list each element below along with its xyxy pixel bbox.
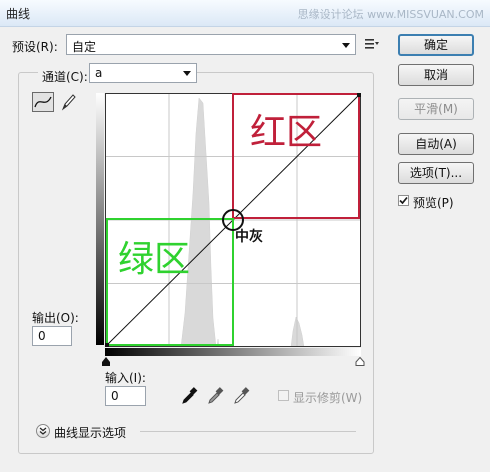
channel-dropdown[interactable]: a — [89, 63, 197, 83]
curve-endpoint[interactable] — [105, 343, 109, 347]
cancel-button[interactable]: 取消 — [398, 64, 474, 86]
white-point-slider[interactable] — [355, 357, 365, 366]
output-gradient-bar — [96, 93, 104, 345]
channel-value: a — [95, 66, 103, 80]
show-clipping-checkbox[interactable] — [278, 390, 289, 401]
options-button[interactable]: 选项(T)... — [398, 162, 474, 184]
white-eyedropper-icon[interactable] — [232, 386, 250, 406]
input-label: 输入(I): — [105, 371, 146, 385]
preview-label: 预览(P) — [413, 196, 454, 210]
curve-endpoint[interactable] — [357, 93, 361, 97]
expand-options-button[interactable] — [36, 424, 50, 438]
double-chevron-down-icon — [39, 427, 47, 435]
input-value: 0 — [111, 389, 119, 403]
smooth-button[interactable]: 平滑(M) — [398, 98, 474, 120]
window-title: 曲线 — [6, 7, 31, 21]
green-zone-label: 绿区 — [118, 239, 191, 280]
gray-eyedropper-icon[interactable] — [206, 386, 224, 406]
output-label: 输出(O): — [32, 311, 79, 325]
preset-value: 自定 — [72, 40, 97, 54]
black-eyedropper-icon[interactable] — [180, 386, 198, 406]
channel-label: 通道(C): — [38, 68, 92, 85]
chevron-down-icon — [183, 71, 191, 76]
mid-gray-label: 中灰 — [235, 229, 263, 245]
curve-icon — [34, 96, 52, 108]
input-gradient-bar — [105, 348, 361, 356]
curve-tool-button[interactable] — [32, 92, 54, 112]
curves-graph[interactable] — [105, 93, 361, 347]
ok-button[interactable]: 确定 — [398, 34, 474, 56]
auto-button[interactable]: 自动(A) — [398, 133, 474, 155]
pencil-icon — [61, 94, 76, 111]
red-zone-label: 红区 — [250, 112, 323, 153]
preset-options-icon[interactable] — [364, 37, 380, 54]
preset-dropdown[interactable]: 自定 — [66, 34, 356, 55]
checkmark-icon — [399, 196, 408, 205]
display-options-label: 曲线显示选项 — [54, 426, 127, 440]
chevron-down-icon — [342, 43, 350, 48]
watermark: 思缘设计论坛 www.MISSVUAN.COM — [297, 8, 484, 21]
options-divider — [140, 431, 356, 432]
pencil-tool-button[interactable] — [59, 92, 77, 112]
preset-label: 预设(R): — [12, 40, 58, 54]
output-value: 0 — [38, 329, 46, 343]
black-point-slider[interactable] — [101, 357, 111, 366]
preview-checkbox[interactable] — [398, 195, 409, 206]
output-input[interactable]: 0 — [32, 326, 72, 346]
input-field[interactable]: 0 — [105, 386, 146, 406]
show-clipping-label: 显示修剪(W) — [293, 391, 363, 405]
